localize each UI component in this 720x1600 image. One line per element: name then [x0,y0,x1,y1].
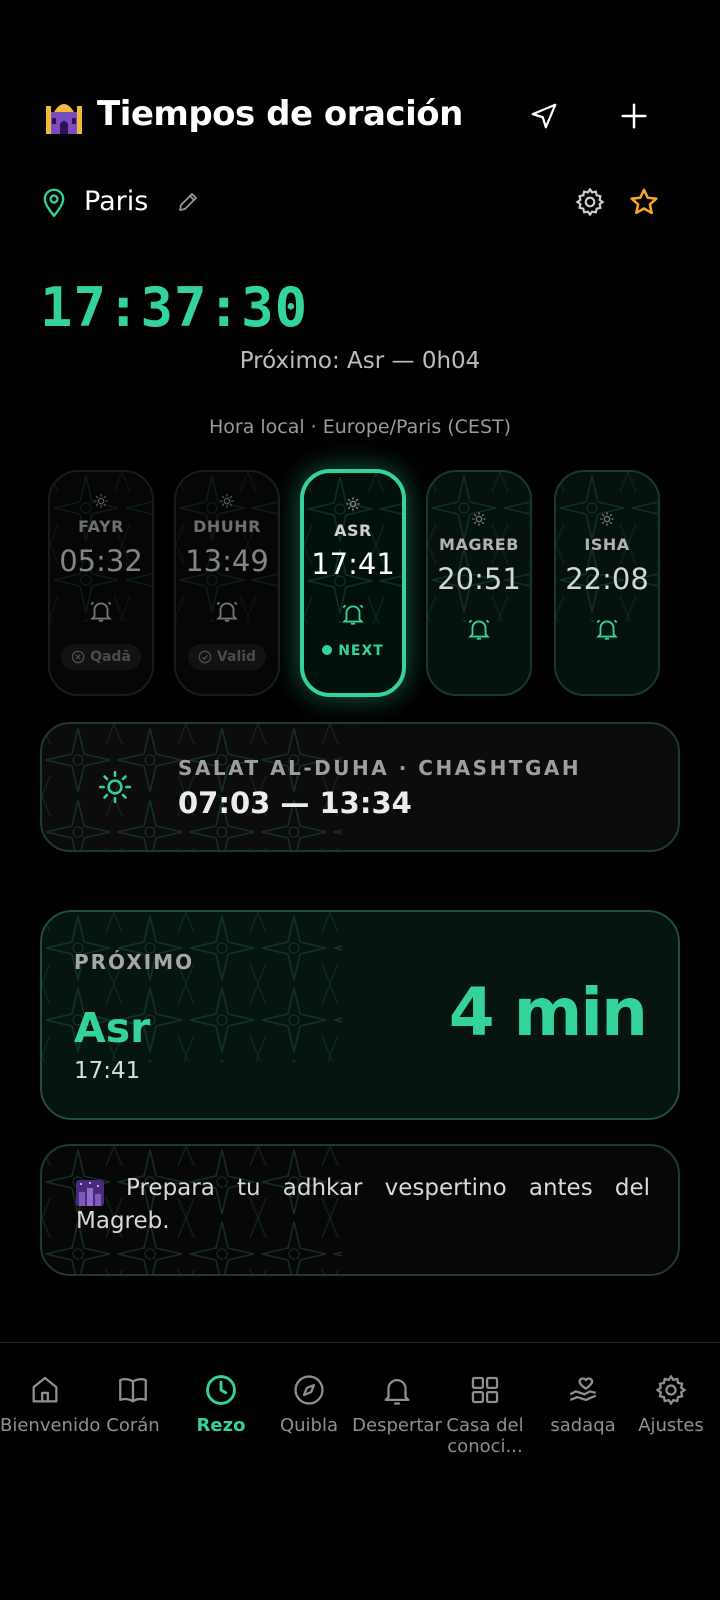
prayer-name: MAGREB [439,535,519,554]
gear-icon[interactable] [218,492,236,510]
next-prayer-label: PRÓXIMO [74,950,195,974]
bell-icon [384,1379,410,1405]
prayer-time: 17:41 [311,547,395,581]
next-prayer-name: Asr [74,1004,151,1052]
tab-coran[interactable]: Corán [88,1373,178,1436]
status-label: Valid [216,649,257,665]
app-header: Tiempos de oración [44,88,684,144]
bell-icon[interactable] [594,616,620,642]
clock-icon [206,1375,236,1405]
pencil-icon[interactable] [176,190,200,214]
mosque-emoji [46,104,82,134]
next-prayer-card[interactable]: PRÓXIMO Asr 17:41 4 min [40,910,680,1120]
bottom-navigation: Bienvenido Corán Rezo Quibla Despertar C… [0,1342,720,1600]
prayer-card-fayr[interactable]: FAYR 05:32 Qadā [48,470,154,696]
location-row: Paris [40,182,680,226]
prayer-card-isha[interactable]: ISHA 22:08 [554,470,660,696]
current-time: 17:37:30 [40,276,309,339]
tab-casa-del-conocimiento[interactable]: Casa del conoci... [440,1373,530,1457]
gear-icon[interactable] [470,510,488,528]
tab-label: sadaqa [550,1415,616,1436]
next-prayer-time: 17:41 [74,1058,141,1084]
tab-label: Rezo [196,1415,246,1436]
page-title: Tiempos de oración [97,94,463,134]
duha-card[interactable]: SALAT AL-DUHA · CHASHTGAH 07:03 — 13:34 [40,722,680,852]
prayer-name: ISHA [584,535,630,554]
hand-heart-icon [569,1377,597,1402]
duha-time-range: 07:03 — 13:34 [178,786,412,820]
tab-label: Bienvenido [0,1415,101,1436]
tab-label: Quibla [279,1415,339,1436]
prayer-cards: FAYR 05:32 Qadā DHUHR 13:49 Valid ASR 17… [48,469,672,698]
prayer-time: 20:51 [437,562,521,596]
next-indicator: NEXT [304,643,402,659]
gear-icon[interactable] [344,495,362,513]
bell-icon[interactable] [88,598,114,624]
gear-icon[interactable] [598,510,616,528]
book-icon [119,1378,147,1403]
prayer-card-dhuhr[interactable]: DHUHR 13:49 Valid [174,470,280,696]
prayer-card-magreb[interactable]: MAGREB 20:51 [426,470,532,696]
add-button[interactable] [612,94,656,138]
timezone-label: Hora local · Europe/Paris (CEST) [208,416,512,438]
status-label: Qadā [90,649,131,665]
sun-icon [98,770,132,804]
navigation-arrow-icon [531,103,557,129]
compass-icon [294,1375,324,1405]
next-label: NEXT [338,643,384,659]
gear-icon[interactable] [574,186,606,218]
map-pin-icon [43,188,65,218]
tab-sadaqa[interactable]: sadaqa [538,1373,628,1436]
x-circle-icon [71,650,85,664]
gear-icon[interactable] [92,492,110,510]
star-icon[interactable] [628,186,660,218]
prayer-name: ASR [334,521,372,540]
home-icon [32,1376,58,1403]
next-prayer-countdown: Próximo: Asr — 0h04 [239,348,481,374]
locate-button[interactable] [522,94,566,138]
status-badge: Valid [187,644,267,670]
prayer-name: FAYR [78,517,124,536]
duha-title: SALAT AL-DUHA · CHASHTGAH [178,756,582,780]
grid-icon [471,1376,499,1404]
prayer-time: 22:08 [565,562,649,596]
bell-icon[interactable] [340,601,366,627]
bell-icon[interactable] [466,616,492,642]
tab-rezo[interactable]: Rezo [176,1373,266,1436]
tab-label: Casa del conoci... [446,1415,524,1457]
tab-label: Despertar [352,1415,442,1436]
prayer-name: DHUHR [193,517,261,536]
time-remaining: 4 min [448,974,648,1051]
tip-text: Prepara tu adhkar vespertino antes del M… [76,1175,650,1234]
tip-card[interactable]: Prepara tu adhkar vespertino antes del M… [40,1144,680,1276]
next-dot [322,645,333,655]
bell-icon[interactable] [214,598,240,624]
check-circle-icon [198,650,212,664]
tab-label: Corán [106,1415,160,1436]
prayer-time: 13:49 [185,544,269,578]
tab-label: Ajustes [638,1415,704,1436]
tab-despertar[interactable]: Despertar [352,1373,442,1436]
tab-bienvenido[interactable]: Bienvenido [0,1373,101,1436]
prayer-card-asr[interactable]: ASR 17:41 NEXT [300,469,406,697]
status-badge: Qadā [61,644,141,670]
plus-icon [621,103,647,129]
tab-quibla[interactable]: Quibla [264,1373,354,1436]
gear-icon [655,1374,687,1406]
tab-ajustes[interactable]: Ajustes [626,1373,716,1436]
city-name[interactable]: Paris [84,186,148,217]
prayer-time: 05:32 [59,544,143,578]
